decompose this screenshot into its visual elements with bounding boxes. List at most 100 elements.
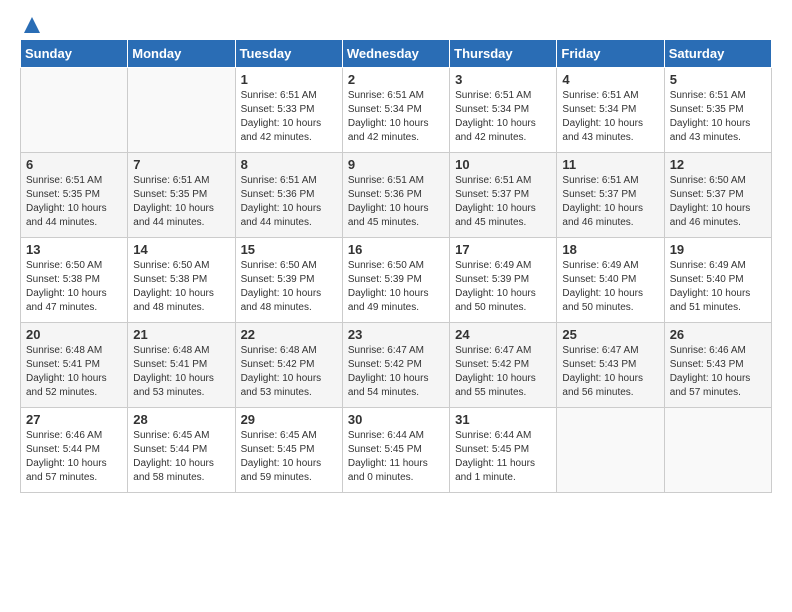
calendar-week-row: 13 Sunrise: 6:50 AM Sunset: 5:38 PM Dayli… [21, 238, 772, 323]
day-number: 4 [562, 72, 658, 87]
day-info: Sunrise: 6:47 AM Sunset: 5:43 PM Dayligh… [562, 344, 658, 400]
calendar-cell [21, 68, 128, 153]
day-info: Sunrise: 6:51 AM Sunset: 5:34 PM Dayligh… [348, 89, 444, 145]
calendar-cell: 28 Sunrise: 6:45 AM Sunset: 5:44 PM Dayli… [128, 408, 235, 493]
calendar-cell [664, 408, 771, 493]
day-info: Sunrise: 6:47 AM Sunset: 5:42 PM Dayligh… [455, 344, 551, 400]
day-info: Sunrise: 6:51 AM Sunset: 5:36 PM Dayligh… [241, 174, 337, 230]
logo-icon [22, 15, 42, 35]
weekday-header-thursday: Thursday [450, 40, 557, 68]
day-info: Sunrise: 6:51 AM Sunset: 5:37 PM Dayligh… [455, 174, 551, 230]
day-number: 19 [670, 242, 766, 257]
calendar-week-row: 6Sunrise: 6:51 AM Sunset: 5:35 PM Daylig… [21, 153, 772, 238]
day-number: 29 [241, 412, 337, 427]
logo [20, 20, 42, 29]
day-info: Sunrise: 6:51 AM Sunset: 5:34 PM Dayligh… [562, 89, 658, 145]
calendar-week-row: 27 Sunrise: 6:46 AM Sunset: 5:44 PM Dayli… [21, 408, 772, 493]
day-number: 2 [348, 72, 444, 87]
day-number: 13 [26, 242, 122, 257]
calendar-cell: 21Sunrise: 6:48 AM Sunset: 5:41 PM Dayli… [128, 323, 235, 408]
day-info: Sunrise: 6:51 AM Sunset: 5:35 PM Dayligh… [670, 89, 766, 145]
day-number: 15 [241, 242, 337, 257]
calendar-cell: 12 Sunrise: 6:50 AM Sunset: 5:37 PM Dayli… [664, 153, 771, 238]
day-info: Sunrise: 6:51 AM Sunset: 5:35 PM Dayligh… [133, 174, 229, 230]
day-number: 30 [348, 412, 444, 427]
calendar-cell: 29 Sunrise: 6:45 AM Sunset: 5:45 PM Dayli… [235, 408, 342, 493]
day-number: 3 [455, 72, 551, 87]
day-number: 16 [348, 242, 444, 257]
calendar-cell: 8 Sunrise: 6:51 AM Sunset: 5:36 PM Daylig… [235, 153, 342, 238]
calendar-cell: 15Sunrise: 6:50 AM Sunset: 5:39 PM Dayli… [235, 238, 342, 323]
day-number: 1 [241, 72, 337, 87]
day-number: 5 [670, 72, 766, 87]
day-number: 20 [26, 327, 122, 342]
day-info: Sunrise: 6:46 AM Sunset: 5:43 PM Dayligh… [670, 344, 766, 400]
day-number: 12 [670, 157, 766, 172]
calendar-cell: 31 Sunrise: 6:44 AM Sunset: 5:45 PM Dayli… [450, 408, 557, 493]
calendar-cell: 3 Sunrise: 6:51 AM Sunset: 5:34 PM Daylig… [450, 68, 557, 153]
day-number: 9 [348, 157, 444, 172]
day-info: Sunrise: 6:51 AM Sunset: 5:34 PM Dayligh… [455, 89, 551, 145]
day-info: Sunrise: 6:50 AM Sunset: 5:39 PM Dayligh… [348, 259, 444, 315]
calendar-cell: 9 Sunrise: 6:51 AM Sunset: 5:36 PM Daylig… [342, 153, 449, 238]
calendar-cell: 25 Sunrise: 6:47 AM Sunset: 5:43 PM Dayli… [557, 323, 664, 408]
weekday-header-saturday: Saturday [664, 40, 771, 68]
calendar-cell [128, 68, 235, 153]
day-number: 24 [455, 327, 551, 342]
day-number: 18 [562, 242, 658, 257]
calendar-cell: 24 Sunrise: 6:47 AM Sunset: 5:42 PM Dayli… [450, 323, 557, 408]
day-number: 11 [562, 157, 658, 172]
calendar-cell: 23Sunrise: 6:47 AM Sunset: 5:42 PM Dayli… [342, 323, 449, 408]
day-info: Sunrise: 6:44 AM Sunset: 5:45 PM Dayligh… [348, 429, 444, 485]
day-number: 7 [133, 157, 229, 172]
calendar-cell: 7 Sunrise: 6:51 AM Sunset: 5:35 PM Daylig… [128, 153, 235, 238]
day-info: Sunrise: 6:47 AM Sunset: 5:42 PM Dayligh… [348, 344, 444, 400]
day-number: 31 [455, 412, 551, 427]
day-info: Sunrise: 6:45 AM Sunset: 5:45 PM Dayligh… [241, 429, 337, 485]
calendar-cell: 22 Sunrise: 6:48 AM Sunset: 5:42 PM Dayli… [235, 323, 342, 408]
calendar-cell: 13 Sunrise: 6:50 AM Sunset: 5:38 PM Dayli… [21, 238, 128, 323]
calendar-week-row: 1Sunrise: 6:51 AM Sunset: 5:33 PM Daylig… [21, 68, 772, 153]
weekday-header-sunday: Sunday [21, 40, 128, 68]
day-info: Sunrise: 6:51 AM Sunset: 5:35 PM Dayligh… [26, 174, 122, 230]
calendar-cell: 6Sunrise: 6:51 AM Sunset: 5:35 PM Daylig… [21, 153, 128, 238]
day-number: 8 [241, 157, 337, 172]
calendar-cell: 4 Sunrise: 6:51 AM Sunset: 5:34 PM Daylig… [557, 68, 664, 153]
day-info: Sunrise: 6:51 AM Sunset: 5:37 PM Dayligh… [562, 174, 658, 230]
calendar-cell: 2 Sunrise: 6:51 AM Sunset: 5:34 PM Daylig… [342, 68, 449, 153]
calendar-cell: 1Sunrise: 6:51 AM Sunset: 5:33 PM Daylig… [235, 68, 342, 153]
calendar-cell: 17 Sunrise: 6:49 AM Sunset: 5:39 PM Dayli… [450, 238, 557, 323]
calendar-cell: 26 Sunrise: 6:46 AM Sunset: 5:43 PM Dayli… [664, 323, 771, 408]
day-info: Sunrise: 6:45 AM Sunset: 5:44 PM Dayligh… [133, 429, 229, 485]
day-info: Sunrise: 6:49 AM Sunset: 5:40 PM Dayligh… [670, 259, 766, 315]
day-info: Sunrise: 6:50 AM Sunset: 5:37 PM Dayligh… [670, 174, 766, 230]
day-info: Sunrise: 6:44 AM Sunset: 5:45 PM Dayligh… [455, 429, 551, 485]
day-info: Sunrise: 6:50 AM Sunset: 5:38 PM Dayligh… [133, 259, 229, 315]
day-number: 27 [26, 412, 122, 427]
weekday-header-friday: Friday [557, 40, 664, 68]
calendar-cell: 5 Sunrise: 6:51 AM Sunset: 5:35 PM Daylig… [664, 68, 771, 153]
calendar-cell: 30 Sunrise: 6:44 AM Sunset: 5:45 PM Dayli… [342, 408, 449, 493]
day-info: Sunrise: 6:46 AM Sunset: 5:44 PM Dayligh… [26, 429, 122, 485]
weekday-header-row: SundayMondayTuesdayWednesdayThursdayFrid… [21, 40, 772, 68]
day-number: 17 [455, 242, 551, 257]
calendar-cell: 10Sunrise: 6:51 AM Sunset: 5:37 PM Dayli… [450, 153, 557, 238]
calendar-cell: 11 Sunrise: 6:51 AM Sunset: 5:37 PM Dayli… [557, 153, 664, 238]
calendar-cell: 18Sunrise: 6:49 AM Sunset: 5:40 PM Dayli… [557, 238, 664, 323]
day-info: Sunrise: 6:48 AM Sunset: 5:41 PM Dayligh… [26, 344, 122, 400]
day-info: Sunrise: 6:49 AM Sunset: 5:39 PM Dayligh… [455, 259, 551, 315]
day-number: 22 [241, 327, 337, 342]
calendar-cell: 16 Sunrise: 6:50 AM Sunset: 5:39 PM Dayli… [342, 238, 449, 323]
day-info: Sunrise: 6:48 AM Sunset: 5:42 PM Dayligh… [241, 344, 337, 400]
day-number: 26 [670, 327, 766, 342]
calendar-cell [557, 408, 664, 493]
day-info: Sunrise: 6:51 AM Sunset: 5:36 PM Dayligh… [348, 174, 444, 230]
day-info: Sunrise: 6:48 AM Sunset: 5:41 PM Dayligh… [133, 344, 229, 400]
weekday-header-tuesday: Tuesday [235, 40, 342, 68]
day-info: Sunrise: 6:50 AM Sunset: 5:38 PM Dayligh… [26, 259, 122, 315]
day-number: 25 [562, 327, 658, 342]
page-header [20, 20, 772, 29]
day-number: 28 [133, 412, 229, 427]
weekday-header-monday: Monday [128, 40, 235, 68]
calendar-table: SundayMondayTuesdayWednesdayThursdayFrid… [20, 39, 772, 493]
